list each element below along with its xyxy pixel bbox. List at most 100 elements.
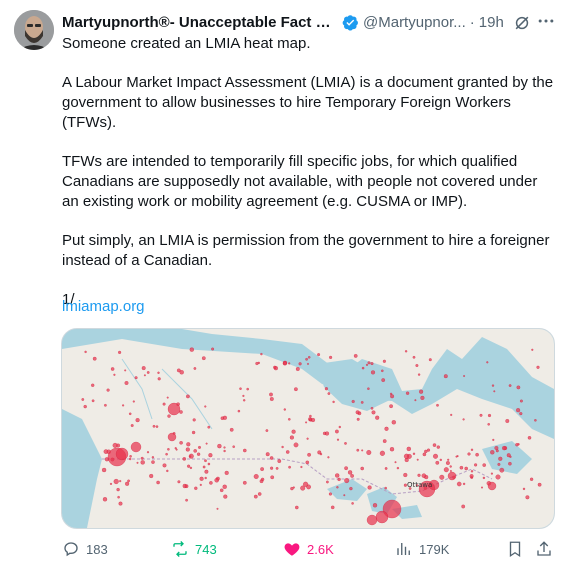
- heat-dot: [370, 370, 376, 375]
- heat-dot: [292, 486, 295, 489]
- heat-dot: [196, 452, 201, 456]
- heat-dot: [134, 376, 138, 380]
- heat-dot: [269, 456, 274, 460]
- heat-dot: [447, 458, 450, 461]
- heat-dot: [432, 443, 437, 447]
- avatar[interactable]: [14, 10, 54, 50]
- heat-dot: [257, 492, 262, 496]
- heat-dot: [519, 399, 523, 403]
- heat-dot: [115, 447, 129, 461]
- heat-dot: [185, 447, 190, 452]
- heat-dot: [382, 359, 387, 363]
- heat-dot: [536, 365, 540, 369]
- repost-button[interactable]: 743: [171, 538, 217, 560]
- heat-dot: [492, 438, 495, 442]
- heat-dot: [497, 462, 501, 466]
- heat-dot: [375, 510, 389, 524]
- heat-dot: [191, 430, 196, 435]
- heat-dot: [124, 380, 129, 386]
- heat-dot: [462, 418, 465, 421]
- heat-dot: [109, 482, 113, 486]
- heat-dot: [519, 411, 523, 416]
- tweet-paragraph: A Labour Market Impact Assessment (LMIA)…: [62, 74, 554, 131]
- heat-dot: [355, 410, 360, 415]
- heat-dot: [260, 352, 263, 356]
- heat-dot: [403, 472, 408, 478]
- heat-dot: [179, 440, 183, 445]
- heat-dot: [464, 466, 469, 471]
- heat-dot: [361, 366, 365, 370]
- heat-dot: [469, 474, 474, 479]
- heat-dot: [375, 415, 380, 420]
- heat-dot: [189, 347, 195, 352]
- heat-dot: [308, 418, 313, 422]
- heat-dot: [130, 441, 142, 453]
- like-count: 2.6K: [307, 541, 334, 557]
- heat-dot: [347, 470, 353, 475]
- heat-dot: [338, 425, 342, 429]
- heat-dot: [298, 362, 302, 366]
- heat-dot: [194, 486, 198, 491]
- heat-dot: [412, 452, 416, 456]
- heat-dot: [281, 445, 284, 449]
- heat-dot: [307, 452, 312, 457]
- heat-dot: [119, 479, 122, 483]
- heat-dot: [416, 458, 419, 461]
- more-options-icon[interactable]: [536, 11, 556, 31]
- heat-dot: [193, 449, 198, 453]
- heat-dot: [306, 437, 309, 440]
- heat-dot: [405, 391, 410, 395]
- heat-dot: [508, 461, 512, 466]
- heat-dot: [327, 456, 330, 459]
- heat-dot: [432, 453, 439, 459]
- external-link[interactable]: lmiamap.org: [62, 298, 145, 315]
- heat-dot: [211, 347, 215, 351]
- share-button[interactable]: [535, 538, 559, 560]
- like-button[interactable]: 2.6K: [283, 538, 334, 560]
- heat-dot: [356, 417, 360, 421]
- heat-dot: [84, 350, 87, 354]
- grok-icon[interactable]: [512, 13, 532, 33]
- heat-map-image[interactable]: Ottawa: [61, 328, 555, 529]
- heat-dot: [223, 449, 226, 453]
- heat-dot: [140, 460, 145, 465]
- author-name[interactable]: Martyupnorth®- Unacceptable Fact Ch...: [62, 14, 339, 31]
- heat-dot: [214, 477, 220, 483]
- heat-dot: [293, 442, 299, 448]
- heat-dot: [486, 361, 489, 364]
- tweet-header: Martyupnorth®- Unacceptable Fact Ch... @…: [62, 12, 558, 32]
- author-handle[interactable]: @Martyupnor...: [363, 14, 466, 31]
- heat-dot: [287, 417, 291, 421]
- map-city-label: Ottawa: [407, 481, 432, 489]
- avatar-photo: [14, 10, 54, 50]
- heat-dot: [265, 452, 270, 457]
- reply-button[interactable]: 183: [62, 538, 108, 560]
- heat-dot: [456, 481, 462, 487]
- bookmark-button[interactable]: [506, 538, 530, 560]
- heat-dot: [328, 492, 333, 496]
- heat-dot: [124, 481, 130, 486]
- heat-dot: [273, 365, 277, 370]
- heat-dot: [143, 374, 146, 377]
- heat-dot: [367, 361, 371, 365]
- heat-dot: [421, 473, 427, 479]
- heat-dot: [242, 480, 247, 485]
- heat-dot: [537, 482, 542, 487]
- heat-dot: [498, 456, 503, 461]
- timestamp[interactable]: 19h: [479, 14, 504, 31]
- heat-dot: [283, 408, 287, 411]
- heat-dot: [389, 446, 395, 452]
- heat-dot: [222, 484, 227, 490]
- heat-dot: [197, 445, 202, 449]
- heat-dot: [353, 353, 358, 358]
- heat-dot: [344, 441, 347, 445]
- heat-dot: [305, 460, 310, 465]
- heat-dot: [443, 374, 448, 379]
- heat-dot: [291, 429, 296, 434]
- views-button[interactable]: 179K: [395, 538, 449, 560]
- heat-dot: [222, 415, 228, 420]
- action-bar: 183 743 2.6K 179K: [62, 538, 558, 560]
- verified-badge-icon[interactable]: [342, 14, 359, 31]
- heat-dot: [426, 448, 431, 452]
- heat-dot: [325, 480, 329, 484]
